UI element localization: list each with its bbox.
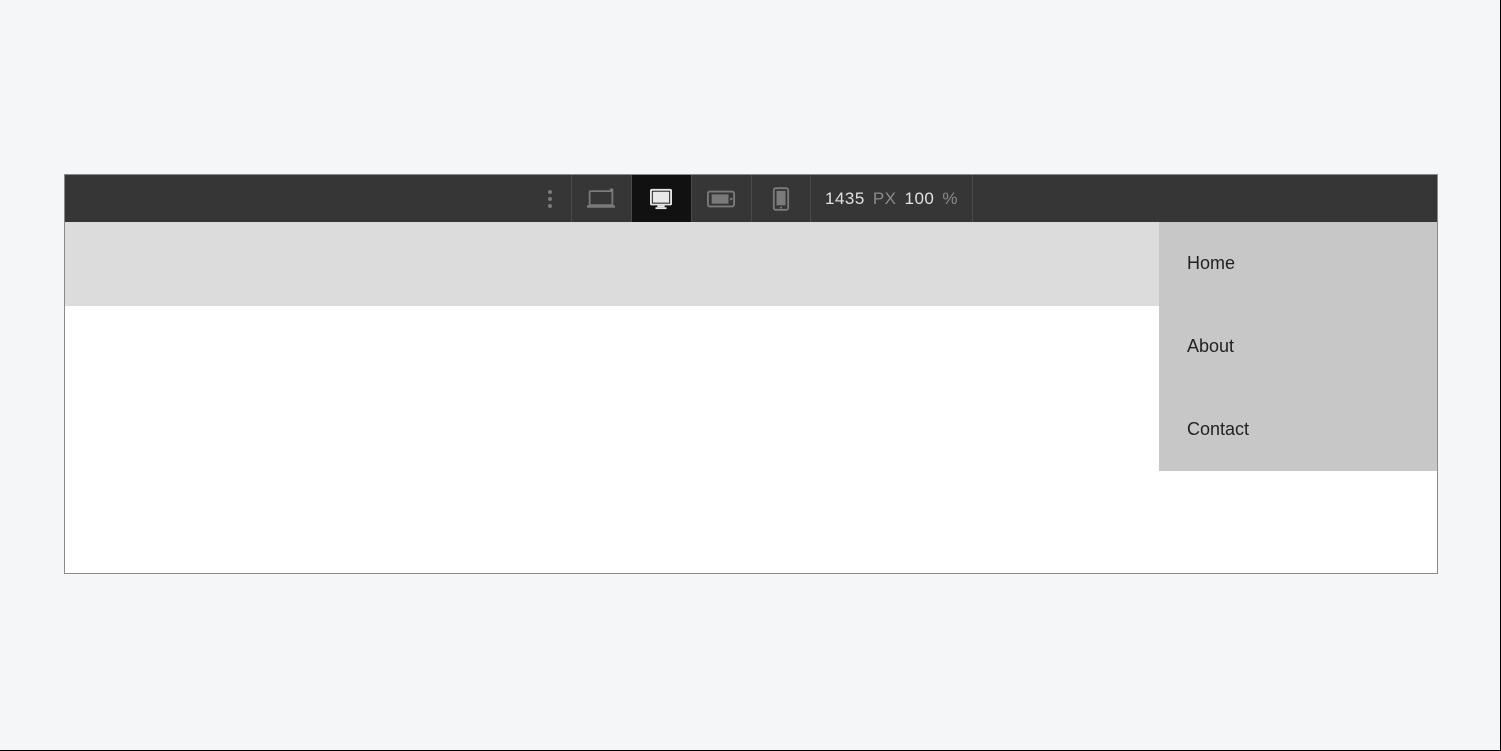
viewport-width-value: 1435 xyxy=(825,189,865,209)
tablet-landscape-icon xyxy=(707,188,735,210)
viewport-zoom-unit: % xyxy=(942,189,958,209)
nav-item-contact[interactable]: Contact xyxy=(1159,388,1437,471)
device-desktop-large-button[interactable] xyxy=(571,175,631,222)
preview-window: 1435 PX 100 % Home About Contact xyxy=(64,174,1438,574)
nav-item-home[interactable]: Home xyxy=(1159,222,1437,305)
nav-item-label: Contact xyxy=(1187,419,1249,440)
desktop-icon xyxy=(647,188,675,210)
viewport-width-unit: PX xyxy=(873,189,897,209)
more-options-button[interactable] xyxy=(529,175,571,222)
tablet-portrait-icon xyxy=(772,187,790,211)
viewport-readout: 1435 PX 100 % xyxy=(811,175,973,222)
nav-item-label: Home xyxy=(1187,253,1235,274)
responsive-toolbar: 1435 PX 100 % xyxy=(65,175,1437,222)
nav-menu: Home About Contact xyxy=(1159,222,1437,471)
toolbar-center: 1435 PX 100 % xyxy=(529,175,973,222)
device-tablet-portrait-button[interactable] xyxy=(751,175,811,222)
more-vertical-icon xyxy=(548,190,552,208)
preview-canvas: Home About Contact xyxy=(65,222,1437,573)
nav-item-label: About xyxy=(1187,336,1234,357)
viewport-zoom-value: 100 xyxy=(905,189,935,209)
nav-item-about[interactable]: About xyxy=(1159,305,1437,388)
desktop-large-icon xyxy=(587,188,615,210)
device-desktop-button[interactable] xyxy=(631,175,691,222)
device-tablet-landscape-button[interactable] xyxy=(691,175,751,222)
